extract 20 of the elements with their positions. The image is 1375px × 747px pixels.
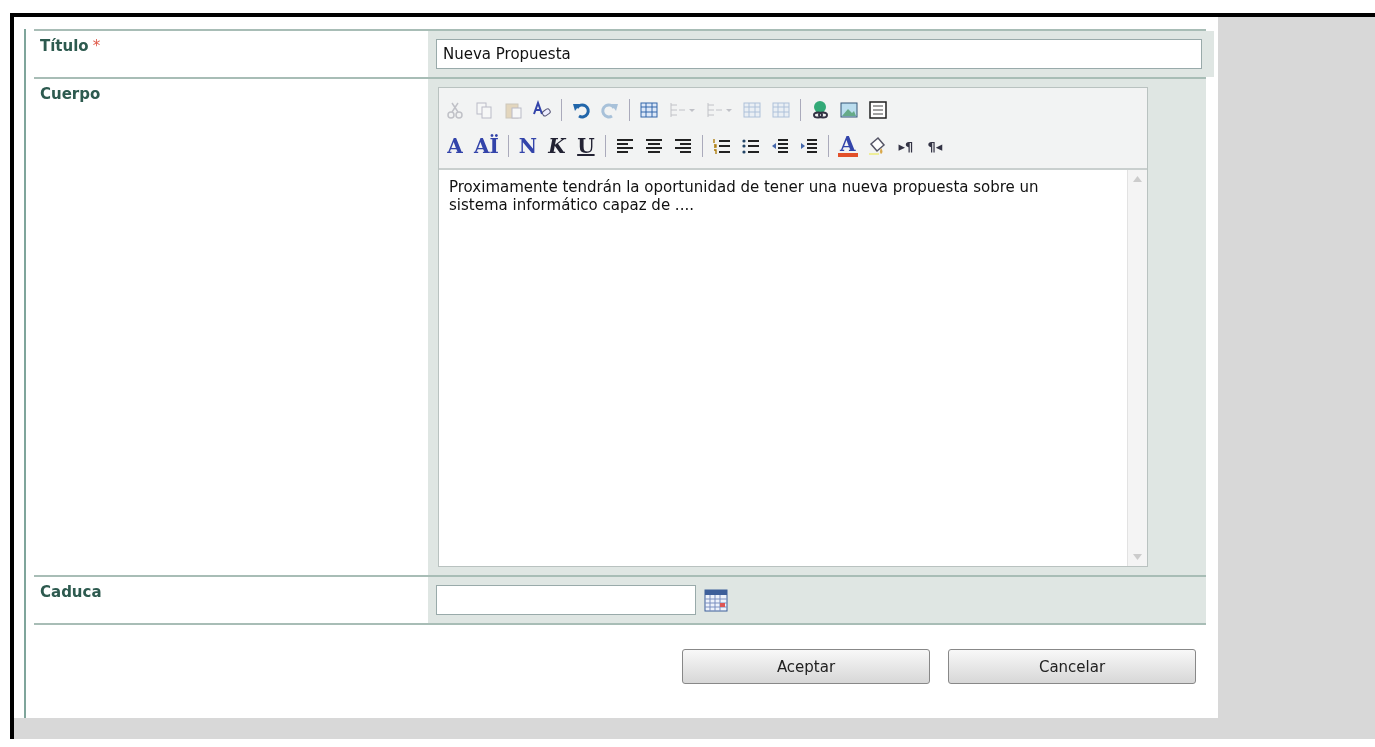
font-button[interactable]: AÏ	[474, 134, 499, 158]
title-field[interactable]: Nueva Propuesta	[436, 39, 1202, 69]
italic-button[interactable]: K	[546, 134, 567, 158]
field-label: Caduca	[40, 583, 102, 601]
required-mark: *	[92, 37, 101, 55]
paint-bucket-icon[interactable]	[866, 134, 887, 158]
underline-button[interactable]: U	[575, 134, 596, 158]
font-button[interactable]: N	[517, 134, 538, 158]
font-button[interactable]: A	[445, 134, 465, 158]
form-button[interactable]: Cancelar	[948, 649, 1196, 684]
text-direction-button[interactable]: ▸¶	[895, 134, 916, 158]
date-field[interactable]	[436, 585, 696, 615]
document-icon[interactable]	[868, 98, 888, 122]
calendar-icon[interactable]	[704, 588, 728, 612]
text-direction-button[interactable]: ¶◂	[924, 134, 945, 158]
text-color-button[interactable]: A	[837, 135, 858, 157]
field-label: Título	[40, 37, 89, 55]
field-label: Cuerpo	[40, 85, 101, 103]
form-button[interactable]: Aceptar	[682, 649, 930, 684]
body-text[interactable]: Proximamente tendrán la oportunidad de tener una nueva propuesta sobre un sistema informático capaz de ....	[439, 170, 1079, 566]
